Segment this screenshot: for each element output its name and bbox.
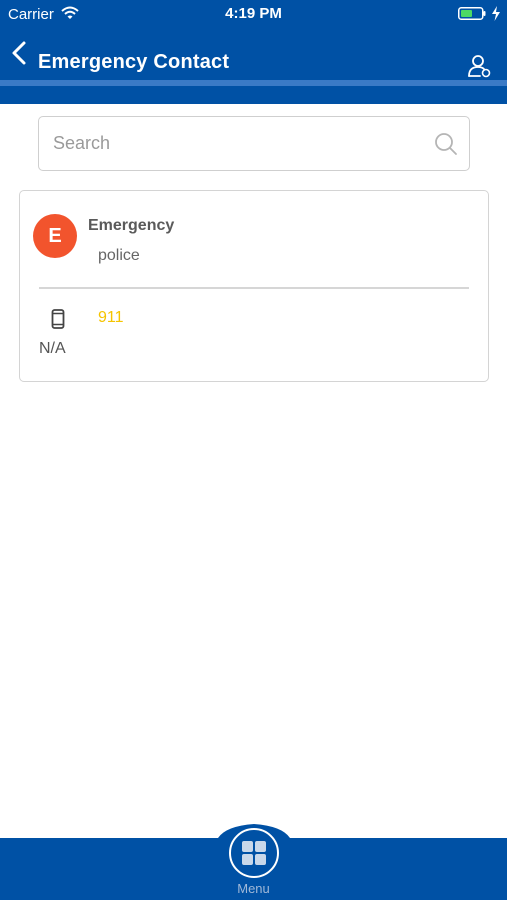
chevron-left-icon[interactable] bbox=[10, 40, 28, 66]
contact-card[interactable]: E Emergency police 911 N/A bbox=[19, 190, 489, 382]
nav-underbar bbox=[0, 86, 507, 104]
battery-icon bbox=[458, 7, 486, 20]
contact-name: Emergency bbox=[88, 217, 175, 234]
search-icon[interactable] bbox=[433, 131, 459, 157]
mobile-phone-icon bbox=[51, 309, 65, 329]
menu-button[interactable] bbox=[229, 828, 279, 878]
contact-settings-icon[interactable] bbox=[466, 53, 492, 79]
page-title: Emergency Contact bbox=[38, 51, 230, 73]
search-input[interactable] bbox=[53, 117, 423, 169]
phone-type-label: N/A bbox=[39, 340, 66, 357]
search-box[interactable] bbox=[38, 116, 470, 171]
contact-subtitle: police bbox=[98, 247, 140, 264]
clock: 4:19 PM bbox=[225, 5, 282, 22]
avatar: E bbox=[33, 214, 77, 258]
grid-icon bbox=[242, 841, 266, 865]
divider bbox=[39, 287, 469, 289]
menu-label: Menu bbox=[237, 881, 270, 896]
phone-number-link[interactable]: 911 bbox=[98, 309, 124, 327]
nav-bar: Emergency Contact bbox=[0, 28, 507, 80]
status-bar: Carrier 4:19 PM bbox=[0, 0, 507, 28]
charging-icon bbox=[492, 6, 500, 21]
